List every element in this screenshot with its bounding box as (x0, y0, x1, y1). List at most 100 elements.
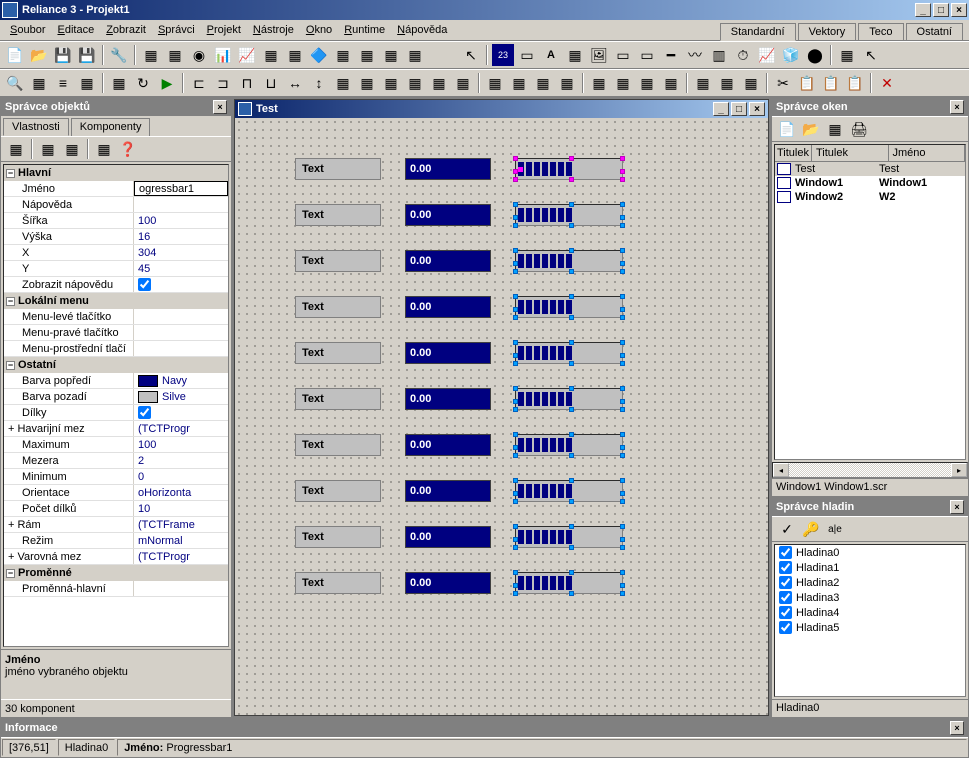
layer-checkbox[interactable] (779, 576, 792, 589)
prop-row[interactable]: Menu-pravé tlačítko (4, 325, 228, 341)
order-3[interactable]: ▦ (636, 72, 658, 94)
col-jmeno[interactable]: Jméno (889, 145, 966, 161)
scroll-right[interactable]: ▸ (951, 463, 967, 477)
comp-other[interactable]: ↖ (860, 44, 882, 66)
prop-section-Hlavní[interactable]: −Hlavní (4, 165, 228, 181)
selection-handle[interactable] (620, 215, 625, 220)
zoom-button[interactable]: 🔍 (4, 72, 26, 94)
selection-handle[interactable] (620, 202, 625, 207)
selection-handle[interactable] (513, 248, 518, 253)
play-button[interactable]: ▶ (156, 72, 178, 94)
layer-row[interactable]: Hladina3 (775, 590, 965, 605)
selection-handle[interactable] (513, 215, 518, 220)
scroll-left[interactable]: ◂ (773, 463, 789, 477)
om-btn-4[interactable]: ▦ (93, 138, 115, 160)
comp-chart[interactable]: 📈 (756, 44, 778, 66)
lock-button[interactable]: ▦ (740, 72, 762, 94)
selection-handle[interactable] (513, 156, 518, 161)
selection-handle[interactable] (569, 294, 574, 299)
layer-checkbox[interactable] (779, 621, 792, 634)
window-list-row[interactable]: Window1Window1 (775, 176, 965, 190)
prop-row[interactable]: Počet dílků10 (4, 501, 228, 517)
menu-editace[interactable]: Editace (51, 22, 100, 38)
object-manager-close[interactable]: × (213, 100, 227, 114)
comp-meter[interactable]: ⏱ (732, 44, 754, 66)
mgr-2[interactable]: ▦ (164, 44, 186, 66)
comp-pipe[interactable]: ━ (660, 44, 682, 66)
window-list-row[interactable]: Window2W2 (775, 190, 965, 204)
prop-row[interactable]: Barva popředíNavy (4, 373, 228, 389)
selection-handle[interactable] (513, 177, 518, 182)
selection-handle[interactable] (620, 491, 625, 496)
display-component[interactable]: 0.00 (405, 342, 491, 364)
selection-handle[interactable] (620, 315, 625, 320)
mgr-10[interactable]: ▦ (356, 44, 378, 66)
design-close[interactable]: × (749, 102, 765, 116)
display-component[interactable]: 0.00 (405, 250, 491, 272)
om-help-button[interactable]: ❓ (117, 138, 139, 160)
refresh-button[interactable]: ↻ (132, 72, 154, 94)
selection-handle[interactable] (620, 307, 625, 312)
selection-handle[interactable] (620, 177, 625, 182)
selection-handle[interactable] (569, 591, 574, 596)
window-manager-close[interactable]: × (950, 100, 964, 114)
menu-projekt[interactable]: Projekt (201, 22, 247, 38)
comp-activedisplay[interactable]: ▭ (516, 44, 538, 66)
selection-handle[interactable] (513, 570, 518, 575)
selection-handle[interactable] (620, 453, 625, 458)
layer-list[interactable]: Hladina0 Hladina1 Hladina2 Hladina3 Hlad… (774, 544, 966, 697)
close-button[interactable]: × (951, 3, 967, 17)
delete-button[interactable]: ✕ (876, 72, 898, 94)
window-list-row[interactable]: TestTest (775, 162, 965, 176)
mgr-8[interactable]: 🔷 (308, 44, 330, 66)
selection-handle[interactable] (569, 340, 574, 345)
selection-handle[interactable] (569, 177, 574, 182)
align-5[interactable]: ↔ (284, 72, 306, 94)
selection-handle[interactable] (513, 537, 518, 542)
selection-handle[interactable] (569, 478, 574, 483)
mgr-3[interactable]: ◉ (188, 44, 210, 66)
prop-row[interactable]: Zobrazit nápovědu (4, 277, 228, 293)
prop-section-Lokální menu[interactable]: −Lokální menu (4, 293, 228, 309)
comp-display[interactable]: 23 (492, 44, 514, 66)
selection-handle[interactable] (620, 248, 625, 253)
progressbar-component[interactable] (515, 204, 623, 226)
comp-picture[interactable]: 🖼 (588, 44, 610, 66)
prop-section-Ostatní[interactable]: −Ostatní (4, 357, 228, 373)
menu-okno[interactable]: Okno (300, 22, 338, 38)
design-minimize[interactable]: _ (713, 102, 729, 116)
selection-handle[interactable] (513, 583, 518, 588)
selection-handle[interactable] (569, 524, 574, 529)
align-13[interactable]: ▦ (484, 72, 506, 94)
comp-switch[interactable]: ⬤ (804, 44, 826, 66)
wm-del[interactable]: ▦ (824, 118, 846, 140)
progressbar-component[interactable] (515, 434, 623, 456)
progressbar-component[interactable] (515, 342, 623, 364)
selection-handle[interactable] (569, 361, 574, 366)
selection-handle[interactable] (513, 307, 518, 312)
progressbar-component[interactable] (515, 388, 623, 410)
display-component[interactable]: 0.00 (405, 388, 491, 410)
comp-container[interactable]: ▦ (836, 44, 858, 66)
display-component[interactable]: 0.00 (405, 480, 491, 502)
selection-handle[interactable] (513, 591, 518, 596)
selection-handle[interactable] (513, 478, 518, 483)
selection-handle[interactable] (620, 524, 625, 529)
text-component[interactable]: Text (295, 250, 381, 272)
selection-handle[interactable] (513, 269, 518, 274)
prop-row[interactable]: Šířka100 (4, 213, 228, 229)
grid-button[interactable]: ▦ (28, 72, 50, 94)
selection-handle[interactable] (513, 432, 518, 437)
align-9[interactable]: ▦ (380, 72, 402, 94)
tab-components[interactable]: Komponenty (71, 118, 151, 136)
prop-row[interactable]: Výška16 (4, 229, 228, 245)
selection-handle[interactable] (620, 432, 625, 437)
selection-handle[interactable] (569, 453, 574, 458)
mgr-5[interactable]: 📈 (236, 44, 258, 66)
menu-soubor[interactable]: Soubor (4, 22, 51, 38)
selection-handle[interactable] (513, 202, 518, 207)
mgr-1[interactable]: ▦ (140, 44, 162, 66)
selection-handle[interactable] (620, 261, 625, 266)
prop-row[interactable]: Barva pozadíSilve (4, 389, 228, 405)
mgr-7[interactable]: ▦ (284, 44, 306, 66)
